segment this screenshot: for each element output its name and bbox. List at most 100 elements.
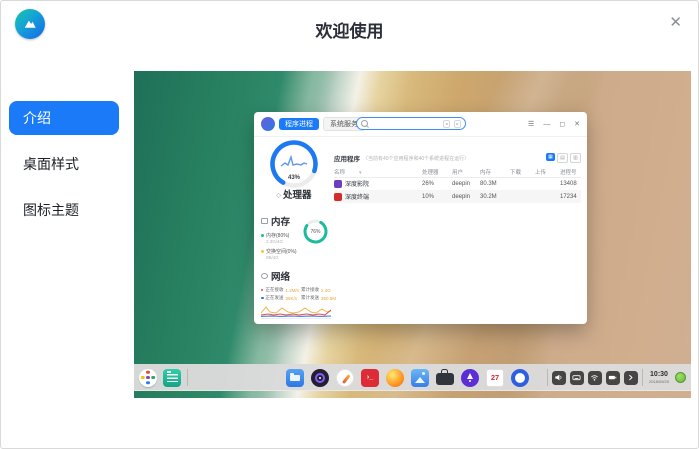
tab-processes: 程序进程 bbox=[279, 118, 319, 130]
monitor-logo-icon bbox=[261, 117, 275, 131]
apps-subtitle: （当前有40个应用程序和40个系统进程在运行） bbox=[363, 155, 469, 162]
control-center-icon bbox=[511, 369, 529, 387]
network-section: 网络 正在接收1.2M/s 累计接收2.4G 正在发送35K/s 累计发送350… bbox=[261, 269, 332, 321]
window-controls: ☰ — ◻ ✕ bbox=[528, 121, 580, 128]
net-recv-value: 1.2M/s bbox=[285, 288, 299, 293]
table-row: 深度终端 10% deepin 30.2M 17234 bbox=[334, 190, 581, 203]
network-title: 网络 bbox=[271, 269, 290, 283]
welcome-dialog: 欢迎使用 ✕ 介绍 桌面样式 图标主题 程序进程 系统服务 ◂ ▸ ☰ — ◻ bbox=[0, 0, 699, 449]
memory-section: 内存 内存(80%) 2.3G/4G 交换空间(0%) 0B/4G 76% bbox=[261, 214, 332, 260]
system-monitor-window: 程序进程 系统服务 ◂ ▸ ☰ — ◻ ✕ bbox=[254, 112, 587, 324]
search-input: ◂ ▸ bbox=[356, 117, 466, 130]
process-name: 深度影院 bbox=[345, 179, 369, 188]
sidebar-item-intro[interactable]: 介绍 bbox=[9, 101, 119, 135]
net-send-total-label: 累计发送 bbox=[301, 295, 319, 301]
view-tree-icon: ▥ bbox=[570, 153, 581, 163]
close-window-icon: ✕ bbox=[574, 121, 580, 128]
launcher-icon bbox=[139, 369, 157, 387]
apps-title: 应用程序 bbox=[334, 153, 360, 163]
net-send-label: 正在发送 bbox=[266, 295, 284, 301]
col-upload: 上传 bbox=[535, 168, 560, 176]
page-title: 欢迎使用 bbox=[1, 17, 698, 42]
cpu-gauge: 43% bbox=[268, 138, 320, 190]
process-name: 深度终端 bbox=[345, 192, 369, 201]
terminal-icon: ›_ bbox=[361, 369, 379, 387]
clock-time: 10:30 bbox=[650, 371, 668, 378]
desktop-preview: 程序进程 系统服务 ◂ ▸ ☰ — ◻ ✕ bbox=[134, 71, 691, 398]
memory-percent: 76% bbox=[302, 218, 329, 245]
swap-legend-sub: 0B/4G bbox=[266, 255, 332, 260]
dock-divider bbox=[187, 369, 188, 386]
net-recv-label: 正在接收 bbox=[265, 287, 283, 293]
memory-dot-icon bbox=[261, 234, 264, 237]
process-pid: 13408 bbox=[560, 181, 581, 187]
app-store-icon bbox=[461, 369, 479, 387]
swap-dot-icon bbox=[261, 250, 264, 253]
send-dot-icon bbox=[261, 297, 264, 300]
power-icon bbox=[675, 372, 686, 383]
battery-icon bbox=[606, 371, 620, 385]
process-cpu: 10% bbox=[422, 194, 452, 200]
col-memory: 内存 bbox=[480, 168, 510, 176]
draw-icon bbox=[336, 369, 354, 387]
search-next-icon: ▸ bbox=[454, 120, 461, 128]
memory-gauge: 76% bbox=[302, 218, 329, 245]
search-icon bbox=[361, 120, 368, 127]
volume-icon bbox=[552, 371, 566, 385]
clock-date: 2018/09/20 bbox=[649, 380, 669, 384]
process-user: deepin bbox=[452, 194, 480, 200]
process-memory: 30.2M bbox=[480, 194, 510, 200]
search-prev-icon: ◂ bbox=[443, 120, 450, 128]
briefcase-icon bbox=[436, 373, 454, 385]
process-memory: 80.3M bbox=[480, 181, 510, 187]
app-icon bbox=[334, 193, 342, 201]
col-cpu: 处理器 bbox=[422, 168, 452, 176]
sidebar-item-icon-theme[interactable]: 图标主题 bbox=[9, 193, 119, 227]
sidebar: 介绍 桌面样式 图标主题 bbox=[9, 101, 119, 239]
camera-icon bbox=[311, 369, 329, 387]
process-table-panel: 应用程序 （当前有40个应用程序和40个系统进程在运行） ▦ ▤ ▥ 名称▾ 处… bbox=[334, 136, 587, 324]
app-icon bbox=[334, 180, 342, 188]
minimize-icon: — bbox=[543, 121, 550, 128]
col-pid: 进程号 bbox=[560, 168, 581, 176]
firefox-icon bbox=[386, 369, 404, 387]
col-name: 名称 bbox=[334, 170, 345, 176]
net-recv-total-value: 2.4G bbox=[321, 288, 331, 293]
col-download: 下载 bbox=[510, 168, 535, 176]
dock-divider bbox=[547, 369, 548, 386]
swap-legend-label: 交换空间(0%) bbox=[266, 248, 297, 255]
monitor-titlebar: 程序进程 系统服务 ◂ ▸ ☰ — ◻ ✕ bbox=[254, 112, 587, 137]
monitor-sidepanel: 43% ◇处理器 内存 内存(80%) 2.3G/4G 交换空间(0%) 0B/ bbox=[254, 136, 334, 324]
dock: ›_ 27 10:30 2018/09/20 bbox=[134, 364, 691, 391]
cpu-percent: 43% bbox=[268, 175, 320, 181]
menu-icon: ☰ bbox=[528, 121, 534, 128]
memory-legend-label: 内存(80%) bbox=[266, 232, 289, 239]
network-icon bbox=[261, 273, 268, 279]
sidebar-item-desktop-style[interactable]: 桌面样式 bbox=[9, 147, 119, 181]
view-grid-icon: ▦ bbox=[546, 153, 555, 161]
maximize-icon: ◻ bbox=[559, 121, 565, 128]
process-pid: 17234 bbox=[560, 194, 581, 200]
close-icon[interactable]: ✕ bbox=[669, 15, 682, 30]
expand-icon bbox=[624, 371, 638, 385]
table-row: 深度影院 26% deepin 80.3M 13408 bbox=[334, 177, 581, 190]
receive-dot-icon bbox=[261, 289, 263, 292]
memory-title: 内存 bbox=[271, 214, 290, 228]
cpu-label: 处理器 bbox=[283, 190, 312, 201]
col-user: 用户 bbox=[452, 168, 480, 176]
net-recv-total-label: 累计接收 bbox=[301, 287, 319, 293]
memory-icon bbox=[261, 218, 268, 224]
file-manager-icon bbox=[286, 369, 304, 387]
dock-divider bbox=[642, 369, 643, 386]
process-user: deepin bbox=[452, 181, 480, 187]
net-send-value: 35K/s bbox=[286, 296, 298, 301]
wifi-icon bbox=[588, 371, 602, 385]
process-cpu: 26% bbox=[422, 181, 452, 187]
calendar-icon: 27 bbox=[486, 369, 504, 387]
system-monitor-icon bbox=[163, 369, 181, 387]
photos-icon bbox=[411, 369, 429, 387]
keyboard-icon bbox=[570, 371, 584, 385]
view-list-icon: ▤ bbox=[557, 153, 568, 163]
network-chart bbox=[261, 303, 331, 319]
cpu-bullet-icon: ◇ bbox=[276, 193, 281, 199]
